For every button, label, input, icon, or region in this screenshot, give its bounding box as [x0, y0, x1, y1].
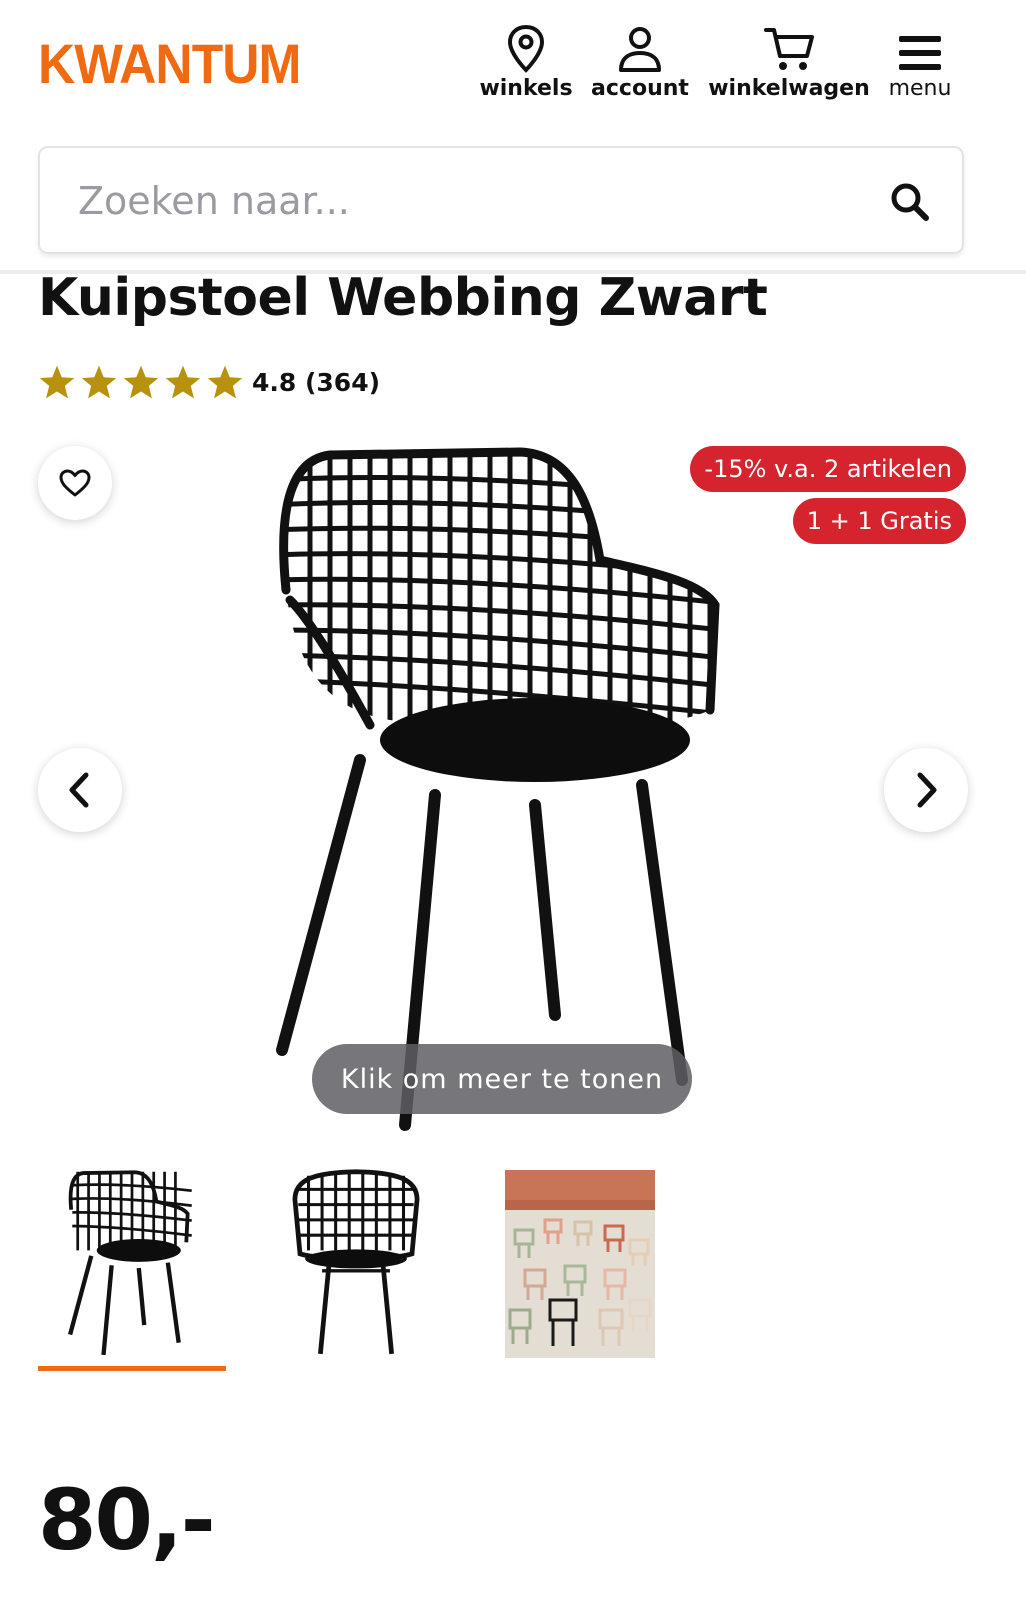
thumbnail-3[interactable]	[486, 1166, 674, 1362]
nav-account-label: account	[591, 76, 689, 101]
star-icon	[39, 365, 75, 399]
star-icon	[123, 365, 159, 399]
nav-winkels[interactable]: winkels	[478, 18, 574, 101]
nav-account[interactable]: account	[586, 18, 694, 101]
active-thumbnail-indicator	[38, 1366, 226, 1371]
search-icon[interactable]	[888, 180, 932, 224]
cart-icon	[706, 18, 872, 74]
chevron-right-icon	[917, 772, 937, 808]
product-image[interactable]	[270, 440, 750, 1140]
rating-score: 4.8 (364)	[252, 367, 381, 397]
heart-icon	[59, 469, 91, 497]
nav-menu-label: menu	[888, 76, 952, 101]
user-icon	[586, 18, 694, 74]
promo-badge-free: 1 + 1 Gratis	[792, 498, 966, 544]
search-bar	[38, 146, 964, 254]
product-title: Kuipstoel Webbing Zwart	[38, 268, 768, 328]
product-rating[interactable]: 4.8 (364)	[38, 364, 380, 400]
hamburger-icon	[884, 18, 956, 74]
show-more-button[interactable]: Klik om meer te tonen	[312, 1044, 692, 1114]
star-icon	[81, 365, 117, 399]
chevron-left-icon	[69, 772, 89, 808]
favorite-button[interactable]	[38, 446, 112, 520]
nav-menu[interactable]: menu	[884, 18, 956, 101]
gallery-next-button[interactable]	[884, 748, 968, 832]
thumbnail-1[interactable]	[38, 1166, 226, 1362]
location-pin-icon	[478, 18, 574, 74]
nav-winkelwagen[interactable]: winkelwagen	[706, 18, 872, 101]
rating-stars	[38, 364, 244, 400]
nav-winkelwagen-label: winkelwagen	[708, 76, 870, 101]
product-price: 80,-	[38, 1471, 216, 1569]
thumbnail-2[interactable]	[262, 1166, 450, 1362]
brand-logo[interactable]: KWANTUM	[38, 34, 301, 94]
star-icon	[165, 365, 201, 399]
star-icon	[207, 365, 243, 399]
gallery-prev-button[interactable]	[38, 748, 122, 832]
search-input[interactable]	[76, 170, 860, 232]
nav-winkels-label: winkels	[479, 76, 573, 101]
